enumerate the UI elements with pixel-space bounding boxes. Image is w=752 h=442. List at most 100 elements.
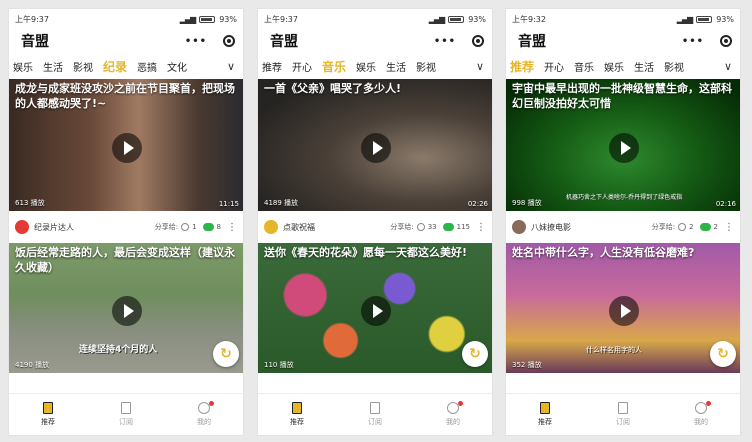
share-count: 1 xyxy=(192,223,197,231)
channel-avatar-icon xyxy=(264,220,278,234)
tab-yule[interactable]: 娱乐 xyxy=(356,59,376,74)
tab-yule[interactable]: 娱乐 xyxy=(604,59,624,74)
play-count: 4189 播放 xyxy=(264,199,299,207)
tabbar-item-recommend[interactable]: 推荐 xyxy=(258,394,336,435)
chevron-down-icon[interactable]: ∨ xyxy=(219,53,243,79)
tabbar-label: 订阅 xyxy=(119,418,133,426)
status-time: 上午9:37 xyxy=(15,14,49,24)
tab-shenghuo[interactable]: 生活 xyxy=(386,59,406,74)
wechat-count: 2 xyxy=(713,223,718,231)
more-dots-icon[interactable]: ••• xyxy=(434,36,456,47)
play-icon[interactable] xyxy=(609,133,639,163)
play-icon[interactable] xyxy=(361,296,391,326)
wechat-icon[interactable] xyxy=(442,223,454,231)
tabbar-item-recommend[interactable]: 推荐 xyxy=(506,394,584,435)
more-vertical-icon[interactable]: ⋮ xyxy=(227,222,237,233)
notification-dot xyxy=(706,401,711,406)
app-title: 音盟 xyxy=(270,34,298,50)
tabbar-item-subscribe[interactable]: 订阅 xyxy=(336,394,414,435)
video-thumbnail[interactable]: 饭后经常走路的人，最后会变成这样（建议永久收藏） 连续坚持4个月的人 4190 … xyxy=(9,243,243,373)
author-name[interactable]: 点歌祝福 xyxy=(283,222,390,233)
video-thumbnail[interactable]: 姓名中带什么字，人生没有低谷磨难? 什么样名用字的人 352 播放 ↻ xyxy=(506,243,740,373)
app-title: 音盟 xyxy=(21,34,49,50)
play-icon[interactable] xyxy=(609,296,639,326)
tab-wenhua[interactable]: 文化 xyxy=(167,59,187,74)
wechat-icon[interactable] xyxy=(699,223,711,231)
refresh-icon[interactable]: ↻ xyxy=(710,341,736,367)
video-title: 姓名中带什么字，人生没有低谷磨难? xyxy=(512,246,695,259)
play-count: 998 播放 xyxy=(512,199,542,207)
phone-screen-3: 上午9:32 ▂▄▆ 93% 音盟 ••• 推荐 开心 音乐 娱乐 生活 影视 … xyxy=(505,8,741,436)
share-count: 2 xyxy=(689,223,694,231)
video-title: 宇宙中最早出现的一批神级智慧生命，这部科幻巨制没拍好太可惜 xyxy=(512,82,732,110)
tab-tuijian[interactable]: 推荐 xyxy=(510,58,534,75)
video-thumbnail[interactable]: 一首《父亲》唱哭了多少人! 4189 播放 02:26 xyxy=(258,79,492,211)
tab-yule[interactable]: 娱乐 xyxy=(13,59,33,74)
tabbar-label: 推荐 xyxy=(538,418,552,426)
wechat-icon[interactable] xyxy=(202,223,214,231)
tab-tuijian[interactable]: 推荐 xyxy=(262,59,282,74)
author-name[interactable]: 纪录片达人 xyxy=(34,222,155,233)
more-vertical-icon[interactable]: ⋮ xyxy=(476,222,486,233)
battery-icon xyxy=(696,15,713,23)
tabbar-item-recommend[interactable]: 推荐 xyxy=(9,394,87,435)
play-icon[interactable] xyxy=(361,133,391,163)
tab-kaixin[interactable]: 开心 xyxy=(292,59,312,74)
video-meta-row: 点歌祝福 分享给: 33 115 ⋮ xyxy=(258,211,492,243)
close-target-icon[interactable] xyxy=(223,35,235,47)
more-dots-icon[interactable]: ••• xyxy=(682,36,704,47)
moments-icon[interactable] xyxy=(181,223,190,231)
tabbar-item-subscribe[interactable]: 订阅 xyxy=(87,394,165,435)
tab-jilu[interactable]: 纪录 xyxy=(103,58,127,75)
tabbar-item-me[interactable]: 我的 xyxy=(414,394,492,435)
signal-icon: ▂▄▆ xyxy=(179,14,197,24)
tabbar-item-subscribe[interactable]: 订阅 xyxy=(584,394,662,435)
play-icon[interactable] xyxy=(112,296,142,326)
title-bar: 音盟 ••• xyxy=(258,29,492,53)
battery-icon xyxy=(199,15,216,23)
video-thumbnail[interactable]: 宇宙中最早出现的一批神级智慧生命，这部科幻巨制没拍好太可惜 机器巧舍之下人类啥尔… xyxy=(506,79,740,211)
bookmark-icon xyxy=(370,402,380,414)
video-duration: 02:16 xyxy=(715,200,736,208)
moments-icon[interactable] xyxy=(416,223,425,231)
play-icon[interactable] xyxy=(112,133,142,163)
tab-yingshi[interactable]: 影视 xyxy=(73,59,93,74)
tab-yinyue[interactable]: 音乐 xyxy=(574,59,594,74)
tabbar-item-me[interactable]: 我的 xyxy=(165,394,243,435)
tabbar-item-me[interactable]: 我的 xyxy=(662,394,740,435)
video-thumbnail[interactable]: 成龙与成家班没攻沙之前在节目聚首，把现场的人都感动哭了!~ 613 播放 11:… xyxy=(9,79,243,211)
video-duration: 02:26 xyxy=(467,200,488,208)
tab-yingshi[interactable]: 影视 xyxy=(416,59,436,74)
phone-screen-1: 上午9:37 ▂▄▆ 93% 音盟 ••• 娱乐 生活 影视 纪录 恶搞 文化 … xyxy=(8,8,244,436)
tab-shenghuo[interactable]: 生活 xyxy=(634,59,654,74)
video-title: 送你《春天的花朵》愿每一天都这么美好! xyxy=(264,246,468,259)
tab-shenghuo[interactable]: 生活 xyxy=(43,59,63,74)
video-meta-row: 八妹撩电影 分享给: 2 2 ⋮ xyxy=(506,211,740,243)
tab-yingshi[interactable]: 影视 xyxy=(664,59,684,74)
app-title: 音盟 xyxy=(518,34,546,50)
refresh-icon[interactable]: ↻ xyxy=(213,341,239,367)
battery-icon xyxy=(448,15,465,23)
notification-dot xyxy=(458,401,463,406)
tab-egao[interactable]: 恶搞 xyxy=(137,59,157,74)
close-target-icon[interactable] xyxy=(472,35,484,47)
close-target-icon[interactable] xyxy=(720,35,732,47)
tab-kaixin[interactable]: 开心 xyxy=(544,59,564,74)
chevron-down-icon[interactable]: ∨ xyxy=(468,53,492,79)
author-name[interactable]: 八妹撩电影 xyxy=(531,222,652,233)
moments-icon[interactable] xyxy=(678,223,687,231)
more-dots-icon[interactable]: ••• xyxy=(185,36,207,47)
play-count: 613 播放 xyxy=(15,199,45,207)
status-bar: 上午9:32 ▂▄▆ 93% xyxy=(506,9,740,29)
chevron-down-icon[interactable]: ∨ xyxy=(716,53,740,79)
miniprogram-capsule: ••• xyxy=(434,35,484,47)
recommend-icon xyxy=(292,402,302,414)
video-caption: 机器巧舍之下人类啥尔-乔丹得到了绿色戒指 xyxy=(566,194,683,201)
bottom-tab-bar: 推荐 订阅 我的 xyxy=(258,393,492,435)
title-bar: 音盟 ••• xyxy=(506,29,740,53)
more-vertical-icon[interactable]: ⋮ xyxy=(724,222,734,233)
refresh-icon[interactable]: ↻ xyxy=(462,341,488,367)
tab-yinyue[interactable]: 音乐 xyxy=(322,58,346,75)
tabbar-label: 推荐 xyxy=(290,418,304,426)
video-thumbnail[interactable]: 送你《春天的花朵》愿每一天都这么美好! 110 播放 ↻ xyxy=(258,243,492,373)
